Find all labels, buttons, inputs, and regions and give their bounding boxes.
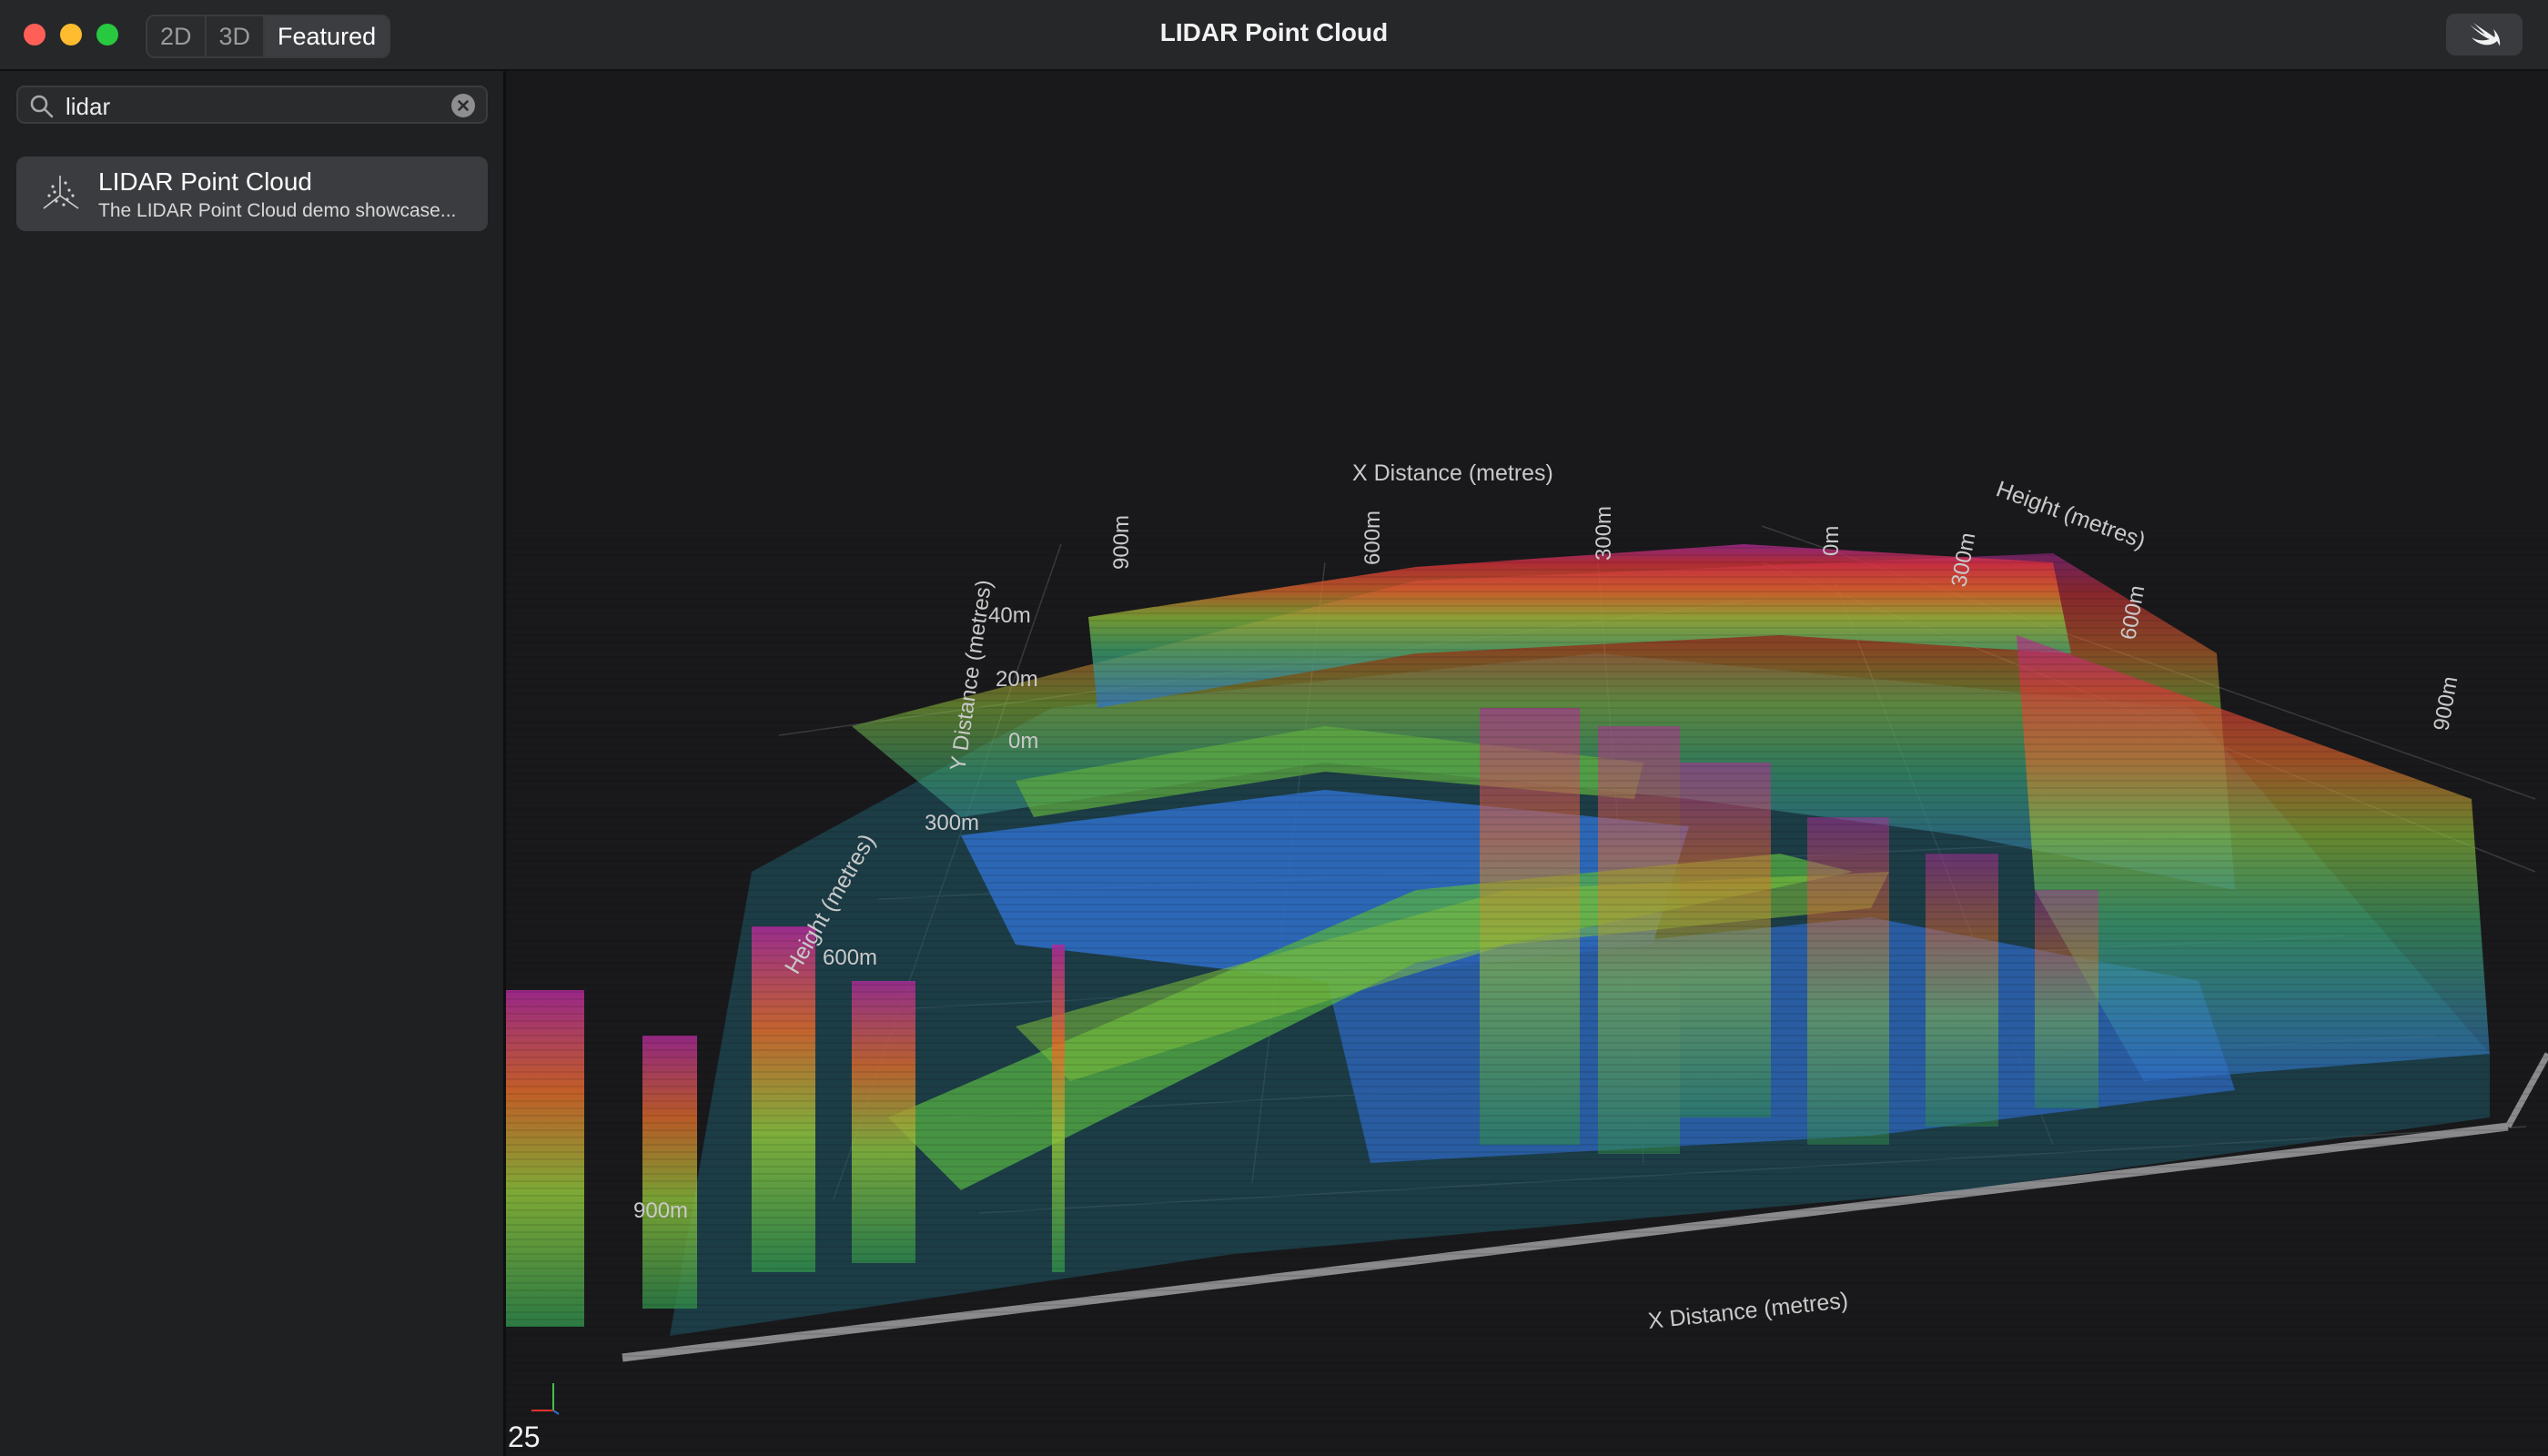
3d-chart-viewport[interactable]: 40m 20m 0m 300m Y Distance (metres) 900m… <box>506 71 2548 1456</box>
clear-icon <box>458 100 469 111</box>
z-tick-label: 900m <box>633 1198 688 1223</box>
fps-counter: 25 <box>508 1421 541 1453</box>
x-axis-title: X Distance (metres) <box>1352 460 1553 486</box>
search-input[interactable]: lidar <box>66 93 110 121</box>
title-bar: 2D 3D Featured LIDAR Point Cloud <box>0 0 2548 71</box>
z-tick-label: 600m <box>823 945 877 970</box>
y-tick-label: 300m <box>925 811 979 835</box>
window-title: LIDAR Point Cloud <box>1159 18 1389 46</box>
search-result-item[interactable]: LIDAR Point Cloud The LIDAR Point Cloud … <box>16 157 488 231</box>
x-tick-label: 600m <box>1360 511 1385 565</box>
x-tick-label: 900m <box>1109 515 1134 570</box>
swift-button[interactable] <box>2446 14 2523 56</box>
swift-icon <box>2470 23 2501 46</box>
x-tick-label: 0m <box>1819 526 1844 556</box>
clear-search-button[interactable] <box>451 94 475 117</box>
sidebar: lidar LIDAR Point Cloud The LIDAR Point … <box>0 71 506 1456</box>
point-cloud-axes-icon <box>43 176 79 209</box>
y-tick-label: 40m <box>988 603 1031 628</box>
point-cloud-chart[interactable]: 40m 20m 0m 300m Y Distance (metres) 900m… <box>506 71 2548 1456</box>
y-tick-label: 0m <box>1008 729 1038 753</box>
search-field[interactable]: lidar <box>16 86 488 124</box>
result-title: LIDAR Point Cloud <box>98 167 313 196</box>
search-icon <box>30 95 54 118</box>
app-window: 2D 3D Featured LIDAR Point Cloud lidar L… <box>0 0 2548 1456</box>
result-description: The LIDAR Point Cloud demo showcase... <box>98 200 457 221</box>
point-cloud <box>506 526 2548 1456</box>
y-tick-label: 20m <box>996 667 1038 692</box>
x-tick-label: 300m <box>1592 506 1616 561</box>
